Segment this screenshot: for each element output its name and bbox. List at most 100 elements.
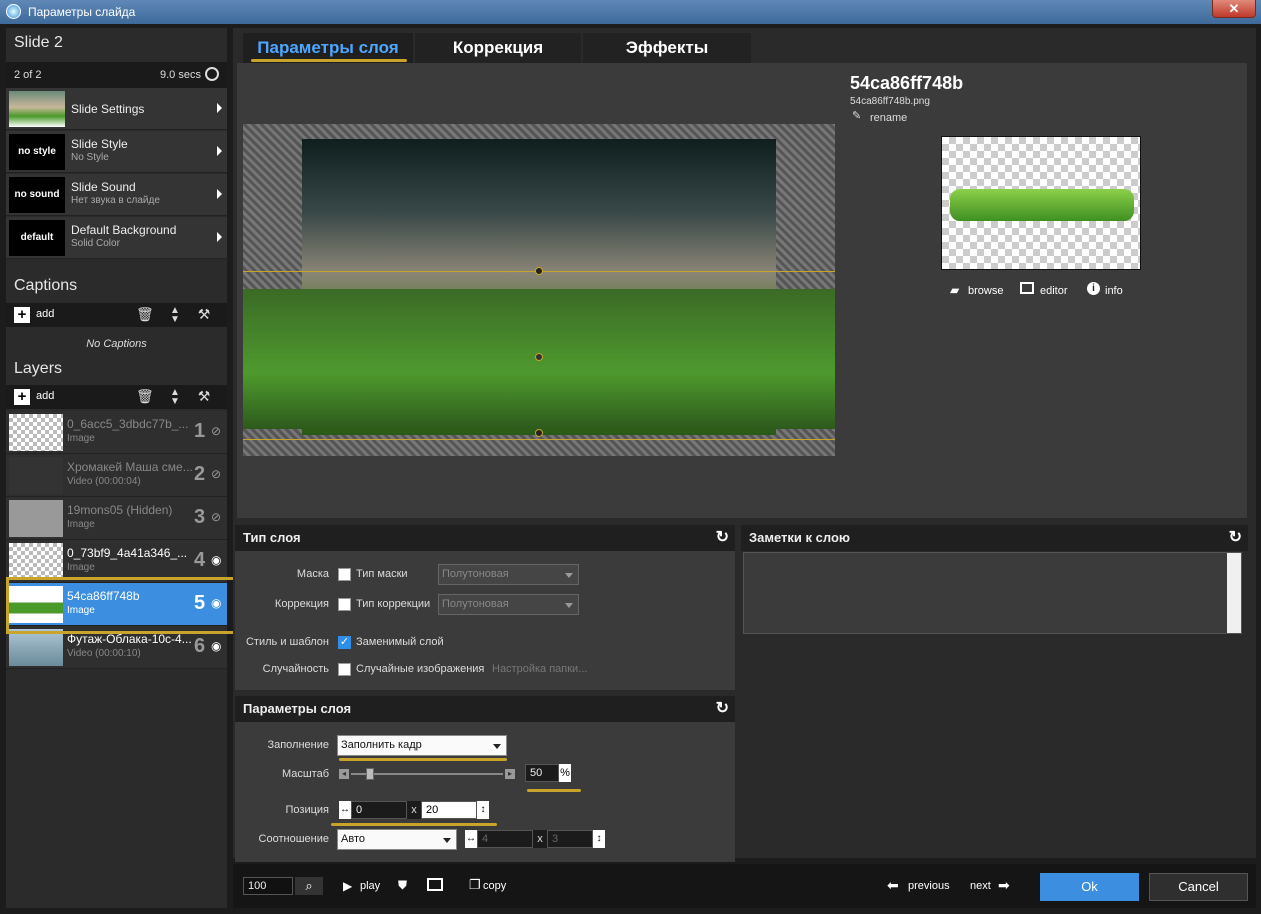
ok-button[interactable]: Ok [1040,873,1139,901]
scale-highlight-underline [527,789,581,792]
eye-icon[interactable]: ◉ [211,553,221,567]
add-caption-icon[interactable]: + [14,307,30,323]
shield-icon[interactable]: ⛊ [398,878,407,893]
browse-button[interactable]: browse [968,285,1003,297]
sound-thumbnail: no sound [9,177,65,213]
background-thumbnail: default [9,220,65,256]
notes-title: Заметки к слою [749,530,851,545]
arrow-right-icon[interactable]: ➡ [998,877,1010,894]
ratio-value: Авто [341,833,365,845]
eye-hidden-icon[interactable]: ⊘ [211,424,221,438]
play-button[interactable]: play [360,880,380,892]
eye-icon[interactable]: ◉ [211,639,221,653]
ratio-select[interactable]: Авто [337,829,457,850]
main-panel: Параметры слоя Коррекция Эффекты 54ca86f… [233,28,1256,862]
fill-mode-select[interactable]: Заполнить кадр [337,735,507,756]
resize-handle-top[interactable] [535,267,543,275]
nav-sublabel: Solid Color [71,238,120,249]
move-updown-icon[interactable]: ▲ ▼ [167,306,183,325]
ratio-width-input[interactable]: 4 [477,830,533,848]
slide-duration: 9.0 secs [160,69,201,81]
folder-settings-link[interactable]: Настройка папки... [492,663,587,675]
play-icon[interactable]: ▶ [343,879,352,893]
reset-icon[interactable]: ↻ [1229,525,1242,551]
nav-label: Slide Sound [71,180,136,194]
reset-icon[interactable]: ↻ [716,696,729,722]
rename-link[interactable]: rename [870,112,907,124]
window-title: Параметры слайда [28,5,136,19]
nav-slide-sound[interactable]: no sound Slide Sound Нет звука в слайде [6,174,227,216]
scale-slider-thumb[interactable] [366,768,375,780]
correction-checkbox[interactable] [338,598,351,611]
add-layer-button[interactable]: add [36,390,54,402]
folder-icon[interactable]: ▰ [950,283,959,297]
layer-type: Image [67,433,95,444]
layer-number: 2 [194,463,206,485]
random-images-label: Случайные изображения [356,663,485,675]
eye-hidden-icon[interactable]: ⊘ [211,510,221,524]
cancel-button[interactable]: Cancel [1149,873,1248,901]
layer-item[interactable]: 0_6acc5_3dbdc77b_... Image 1 ⊘ [6,411,227,454]
chevron-right-icon [217,103,222,113]
clipboard-icon[interactable]: ❐ [469,877,481,893]
nav-default-background[interactable]: default Default Background Solid Color [6,217,227,259]
nav-slide-settings[interactable]: Slide Settings [6,88,227,130]
chevron-right-icon [217,189,222,199]
editor-button[interactable]: editor [1040,285,1068,297]
trash-icon[interactable]: 🗑 [136,306,154,324]
slide-canvas[interactable] [243,124,835,456]
preview-filename: 54ca86ff748b.png [850,96,930,107]
add-layer-icon[interactable]: + [14,389,30,405]
layer-number: 3 [194,506,206,528]
tab-effects[interactable]: Эффекты [583,33,751,63]
replaceable-layer-checkbox[interactable]: ✓ [338,636,351,649]
layer-name: Хромакей Маша сме... [67,460,193,474]
style-thumbnail: no style [9,134,65,170]
random-images-checkbox[interactable] [338,663,351,676]
info-button[interactable]: info [1105,285,1123,297]
chevron-down-icon [565,573,573,578]
preview-title: 54ca86ff748b [850,73,964,93]
mask-type-value: Полутоновая [442,568,509,580]
resize-handle-bottom[interactable] [535,429,543,437]
trash-icon[interactable]: 🗑 [136,388,154,406]
horizontal-arrows-icon: ↔ [339,801,351,819]
position-y-input[interactable]: 20 [421,801,477,819]
scale-input[interactable]: 50 [525,764,559,782]
search-icon[interactable]: ⌕ [295,877,323,895]
captions-empty: No Captions [6,327,227,361]
style-label: Стиль и шаблон [245,636,329,648]
arrow-left-icon[interactable]: ⬅ [887,877,899,894]
move-updown-icon[interactable]: ▲ ▼ [167,388,183,407]
position-x-input[interactable]: 0 [351,801,407,819]
zoom-input[interactable]: 100 [243,877,293,895]
layer-thumbnail [9,543,63,580]
layer-item[interactable]: 19mons05 (Hidden) Image 3 ⊘ [6,497,227,540]
eye-hidden-icon[interactable]: ⊘ [211,467,221,481]
pencil-icon[interactable]: ✎ [852,109,861,122]
nav-slide-style[interactable]: no style Slide Style No Style [6,131,227,173]
previous-button[interactable]: previous [908,880,950,892]
close-window-button[interactable]: ✕ [1212,0,1256,18]
reset-icon[interactable]: ↻ [716,525,729,551]
notes-scrollbar[interactable] [1227,553,1241,633]
next-button[interactable]: next [970,880,991,892]
frame-icon[interactable] [427,878,443,891]
add-caption-button[interactable]: add [36,308,54,320]
copy-button[interactable]: copy [483,880,506,892]
scale-decrease-icon[interactable]: ◂ [339,769,349,779]
scale-increase-icon[interactable]: ▸ [505,769,515,779]
correction-type-select[interactable]: Полутоновая [438,594,579,615]
mask-checkbox[interactable] [338,568,351,581]
mask-type-select[interactable]: Полутоновая [438,564,579,585]
nav-sublabel: Нет звука в слайде [71,195,160,206]
tools-icon[interactable]: ⚒ [196,388,212,406]
tools-icon[interactable]: ⚒ [196,306,212,324]
notes-textarea[interactable] [743,552,1242,634]
editor-icon[interactable] [1020,282,1034,294]
info-icon[interactable]: i [1087,282,1100,295]
layer-item[interactable]: Хромакей Маша сме... Video (00:00:04) 2 … [6,454,227,497]
tab-correction[interactable]: Коррекция [415,33,581,63]
ratio-height-input[interactable]: 3 [547,830,593,848]
center-handle[interactable] [535,353,543,361]
